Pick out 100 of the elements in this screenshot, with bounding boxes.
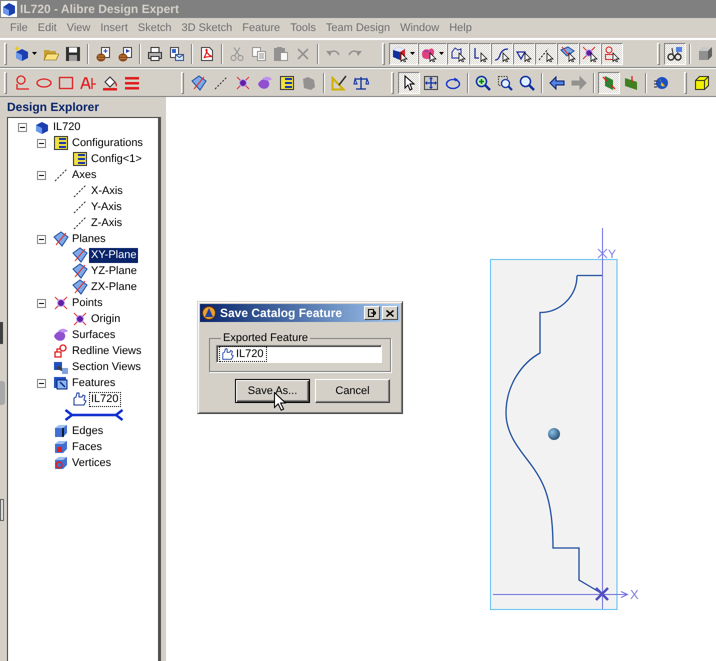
toolbar-handle[interactable]: [657, 42, 660, 64]
tree-item[interactable]: Features: [70, 376, 118, 390]
tree-item[interactable]: Axes: [70, 168, 98, 182]
toolbar-handle[interactable]: [391, 72, 394, 94]
redline-icon: [53, 343, 69, 359]
toolbar-handle[interactable]: [181, 72, 184, 94]
caret-icon: [410, 52, 415, 55]
mass-properties-button[interactable]: [664, 42, 686, 64]
axis-filter-button[interactable]: [535, 42, 557, 64]
table-icon: [53, 135, 69, 151]
point-cursor-icon: [582, 46, 598, 62]
axis-icon: [53, 167, 69, 183]
tree-toggle[interactable]: [37, 170, 46, 180]
color-button[interactable]: [418, 42, 447, 64]
flag-plane-icon: [623, 74, 639, 90]
toolbar-handle[interactable]: [4, 72, 7, 94]
balance-scale-icon: [353, 74, 369, 90]
axis-end-marker-icon: [598, 248, 608, 258]
plane-icon: [72, 279, 88, 295]
tree-item[interactable]: Planes: [70, 232, 108, 246]
plane-icon: [191, 74, 207, 90]
plane-arrows-icon: [601, 74, 617, 90]
rectangle-icon: [58, 74, 74, 90]
dialog-button[interactable]: Cancel: [315, 379, 390, 403]
tree-item[interactable]: XY-Plane: [89, 248, 138, 262]
tree-item[interactable]: IL720: [51, 120, 83, 134]
axis-label: Y: [608, 247, 616, 261]
tree-item[interactable]: Configurations: [70, 136, 145, 150]
tree-item[interactable]: Edges: [70, 424, 106, 438]
toolbar-handle[interactable]: [382, 42, 385, 64]
move-icon: [423, 74, 439, 90]
tree-item[interactable]: Z-Axis: [89, 216, 124, 230]
redline-filter-button[interactable]: [601, 42, 623, 64]
toolbar-handle[interactable]: [4, 42, 7, 64]
surface-icon: [257, 74, 273, 90]
tree-toggle[interactable]: [37, 138, 46, 148]
tree-item[interactable]: Vertices: [70, 456, 114, 470]
point-icon: [235, 74, 251, 90]
tree-item[interactable]: YZ-Plane: [89, 264, 139, 278]
cube-cursor-icon: [392, 46, 408, 62]
plane-cursor-icon: [560, 46, 576, 62]
dialog-button[interactable]: Save As...: [235, 379, 310, 403]
tree-toggle[interactable]: [37, 378, 46, 388]
close-button[interactable]: [382, 306, 398, 320]
scissors-icon: [229, 46, 245, 62]
tree-item[interactable]: Y-Axis: [89, 200, 124, 214]
axis-icon: [72, 199, 88, 215]
plane-filter-button[interactable]: [557, 42, 579, 64]
printer-icon: [147, 46, 163, 62]
outline-cursor-icon: [450, 46, 466, 62]
tree-item[interactable]: IL720: [89, 392, 121, 406]
select-button[interactable]: [398, 72, 420, 94]
copy-icon: [251, 46, 267, 62]
glasses-icon: [667, 46, 683, 62]
toolbar-handle[interactable]: [684, 72, 687, 94]
vertex-cube-icon: [53, 455, 69, 471]
features-icon: [53, 375, 69, 391]
vertex-filter-button[interactable]: [513, 42, 535, 64]
panel-title: Design Explorer: [7, 101, 100, 113]
cross-icon: [295, 46, 311, 62]
tree-item[interactable]: Surfaces: [70, 328, 118, 342]
point-filter-button[interactable]: [579, 42, 601, 64]
blob-icon: [301, 74, 317, 90]
part-mode-button[interactable]: [389, 42, 418, 64]
exported-feature-field[interactable]: IL720: [216, 345, 382, 363]
tree-item[interactable]: Section Views: [70, 360, 143, 374]
face-cube-icon: [53, 439, 69, 455]
tree-item[interactable]: ZX-Plane: [89, 280, 139, 294]
angle-ruler-icon: [331, 74, 347, 90]
right-arrow-icon: [571, 74, 587, 90]
caret-icon: [439, 52, 444, 55]
plane-icon: [72, 247, 88, 263]
group-label: Exported Feature: [222, 332, 309, 345]
edge-marker: [0, 499, 4, 521]
rollback-bar[interactable]: [64, 409, 124, 421]
tree-item[interactable]: Config<1>: [89, 152, 144, 166]
part-icon: [34, 119, 50, 135]
window-title: IL720 - Alibre Design Expert: [20, 3, 179, 15]
tree-toggle[interactable]: [18, 122, 27, 132]
normal-view-button[interactable]: [598, 72, 620, 94]
tree-item[interactable]: Redline Views: [70, 344, 144, 358]
tree-item[interactable]: Points: [70, 296, 105, 310]
section-view-icon: [53, 359, 69, 375]
left-arrow-icon: [549, 74, 565, 90]
tree-toggle[interactable]: [37, 234, 46, 244]
edge-filter-button[interactable]: [469, 42, 491, 64]
tree-item[interactable]: Origin: [89, 312, 122, 326]
edge-cube-icon: [53, 423, 69, 439]
axis-icon: [213, 74, 229, 90]
curve-filter-button[interactable]: [491, 42, 513, 64]
title-bar-button[interactable]: [364, 306, 380, 320]
face-filter-button[interactable]: [447, 42, 469, 64]
zoom-in-icon: [475, 74, 491, 90]
tree-item[interactable]: X-Axis: [89, 184, 125, 198]
tree-item[interactable]: Faces: [70, 440, 104, 454]
axis-icon: [72, 215, 88, 231]
edge-cursor-icon: [472, 46, 488, 62]
app-icon: [1, 1, 17, 17]
tree-toggle[interactable]: [37, 298, 46, 308]
app-logo-icon: [202, 306, 216, 320]
